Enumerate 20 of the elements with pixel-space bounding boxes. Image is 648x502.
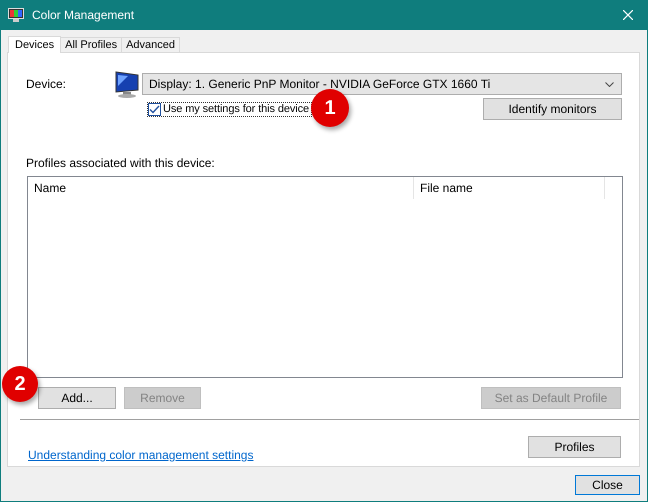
column-header[interactable]: File name [414,177,605,199]
identify-monitors-button[interactable]: Identify monitors [483,98,622,120]
device-dropdown[interactable]: Display: 1. Generic PnP Monitor - NVIDIA GeForce GTX 1660 Ti [142,73,622,95]
checkbox[interactable] [148,102,161,116]
close-icon[interactable] [623,10,633,20]
close-button[interactable]: Close [575,475,640,495]
list-button[interactable]: Add... [38,387,116,409]
window-title: Color Management [32,8,136,22]
column-header[interactable]: Name [28,177,414,199]
help-link[interactable]: Understanding color management settings [28,448,254,462]
tab[interactable]: Advanced [121,37,180,52]
tab[interactable]: Devices [8,36,62,53]
use-settings-checkbox[interactable]: Use my settings for this device [147,102,312,116]
monitor-icon [8,8,24,22]
chevron-down-icon [605,82,614,86]
profiles-button[interactable]: Profiles [528,436,621,458]
device-label: Device: [26,77,68,91]
profiles-label: Profiles associated with this device: [26,156,216,170]
profiles-list[interactable]: Name File name [27,176,623,378]
monitor-icon [114,70,140,98]
